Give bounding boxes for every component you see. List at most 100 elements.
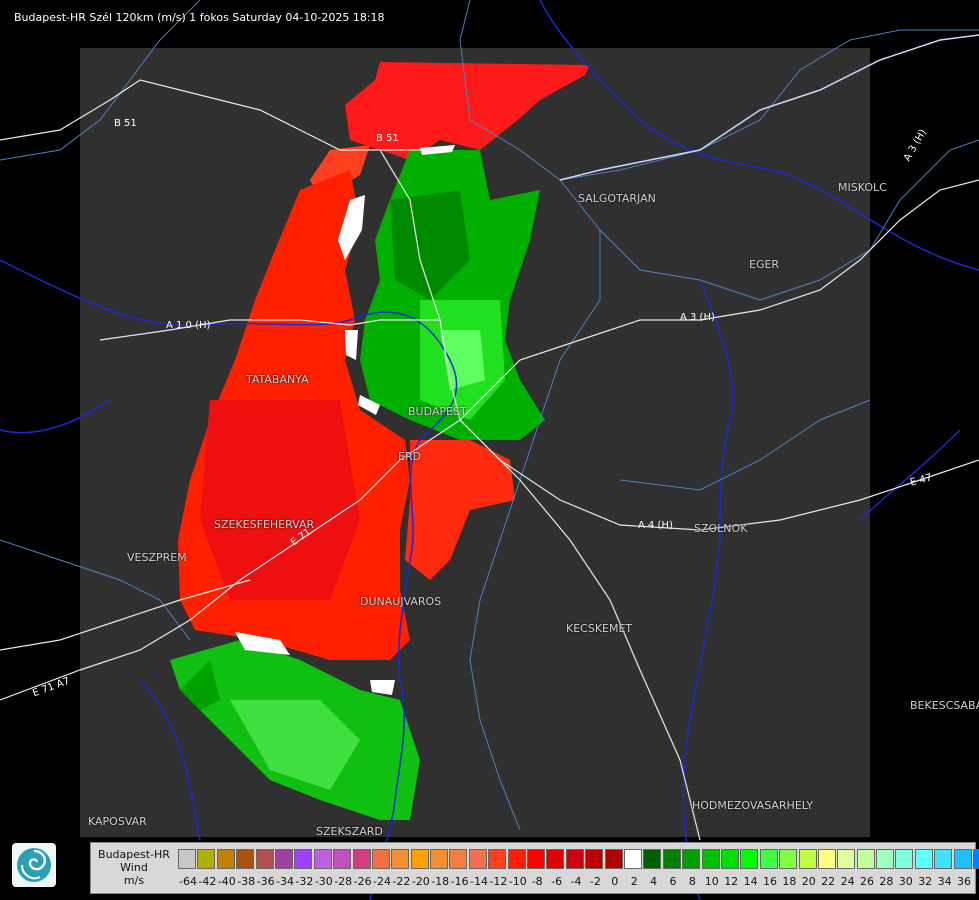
map-canvas bbox=[0, 0, 979, 900]
legend-tick-label: 28 bbox=[879, 875, 894, 888]
city-label: SZEKSZARD bbox=[316, 825, 383, 838]
legend-swatch bbox=[430, 849, 449, 869]
legend-swatch bbox=[274, 849, 293, 869]
city-label: SALGOTARJAN bbox=[578, 192, 656, 205]
met-service-logo bbox=[12, 843, 56, 887]
legend-tick-label: -32 bbox=[295, 875, 314, 888]
legend-tick-label: 0 bbox=[611, 875, 619, 888]
legend-tick-label: 10 bbox=[704, 875, 719, 888]
legend-tick-label: 8 bbox=[688, 875, 696, 888]
legend-swatch bbox=[817, 849, 836, 869]
legend-swatch bbox=[468, 849, 487, 869]
legend-tick-label: 20 bbox=[801, 875, 816, 888]
legend-swatch bbox=[934, 849, 953, 869]
legend-swatch bbox=[837, 849, 856, 869]
legend-swatch bbox=[720, 849, 739, 869]
road-label: A 1 0 (H) bbox=[166, 320, 211, 331]
legend-swatch bbox=[236, 849, 255, 869]
legend-tick-label: -28 bbox=[334, 875, 353, 888]
legend-header: Budapest-HR Wind m/s bbox=[91, 843, 177, 893]
page-title: Budapest-HR Szél 120km (m/s) 1 fokos Sat… bbox=[14, 11, 385, 24]
legend-tick-label: -38 bbox=[237, 875, 256, 888]
legend-swatch bbox=[779, 849, 798, 869]
legend-tick-label: 2 bbox=[630, 875, 638, 888]
legend-swatches bbox=[178, 849, 979, 869]
legend-swatch bbox=[643, 849, 662, 869]
legend-tick-label: -8 bbox=[531, 875, 543, 888]
legend-tick-label: 32 bbox=[918, 875, 933, 888]
city-label: MISKOLC bbox=[838, 181, 887, 194]
road-label: A 3 (H) bbox=[680, 312, 715, 323]
legend-tick-label: -10 bbox=[508, 875, 527, 888]
legend-tick-label: 34 bbox=[937, 875, 952, 888]
city-label: SZEKESFEHERVAR bbox=[214, 518, 315, 531]
city-label: DUNAUJVAROS bbox=[360, 595, 442, 608]
legend-swatch bbox=[973, 849, 979, 869]
legend-swatch bbox=[371, 849, 390, 869]
legend-quantity: Wind bbox=[120, 861, 148, 874]
legend-tick-label: -22 bbox=[392, 875, 411, 888]
legend-swatch bbox=[527, 849, 546, 869]
legend-swatch bbox=[585, 849, 604, 869]
legend-swatch bbox=[895, 849, 914, 869]
legend-swatch bbox=[391, 849, 410, 869]
legend-swatch bbox=[178, 849, 196, 869]
legend-tick-label: -14 bbox=[470, 875, 488, 888]
road-label: B 51 bbox=[376, 133, 399, 144]
legend-tick-label: 4 bbox=[650, 875, 658, 888]
legend-tick-label: -6 bbox=[551, 875, 563, 888]
legend-unit: m/s bbox=[123, 874, 145, 887]
city-label: EGER bbox=[749, 258, 780, 271]
legend-swatch bbox=[449, 849, 468, 869]
legend-tick-label: -16 bbox=[450, 875, 469, 888]
city-label: SZOLNOK bbox=[694, 522, 748, 535]
city-label: HODMEZOVASARHELY bbox=[692, 799, 814, 812]
legend-tick-label: -2 bbox=[589, 875, 601, 888]
swirl-icon bbox=[17, 848, 51, 882]
legend-tick-label: -18 bbox=[431, 875, 450, 888]
road-label: A 4 (H) bbox=[638, 520, 673, 531]
legend-tick-label: -4 bbox=[570, 875, 582, 888]
legend-swatch bbox=[662, 849, 681, 869]
legend-swatch bbox=[953, 849, 972, 869]
legend-tick-label: -34 bbox=[276, 875, 294, 888]
legend-swatch bbox=[759, 849, 778, 869]
legend-swatch bbox=[682, 849, 701, 869]
legend-swatch bbox=[294, 849, 313, 869]
legend-swatch bbox=[352, 849, 371, 869]
legend-tick-label: -64 bbox=[179, 875, 197, 888]
legend-tick-label: 14 bbox=[743, 875, 758, 888]
color-legend: Budapest-HR Wind m/s -64 -42 -40 -38 -36 -34-… bbox=[90, 842, 979, 894]
legend-tick-label: -12 bbox=[489, 875, 508, 888]
legend-swatch bbox=[604, 849, 623, 869]
legend-tick-label: 26 bbox=[860, 875, 874, 888]
city-label: ERD bbox=[398, 450, 422, 463]
legend-swatch bbox=[216, 849, 235, 869]
legend-tick-label: 36 bbox=[957, 875, 971, 888]
legend-tick-label: 12 bbox=[724, 875, 739, 888]
radar-map-view: Budapest-HR Szél 120km (m/s) 1 fokos Sat… bbox=[0, 0, 979, 900]
city-label: VESZPREM bbox=[127, 551, 187, 564]
legend-swatch bbox=[546, 849, 565, 869]
road-label: B 51 bbox=[114, 118, 137, 129]
legend-swatch bbox=[798, 849, 817, 869]
legend-tick-label: 30 bbox=[898, 875, 913, 888]
legend-swatch bbox=[565, 849, 584, 869]
legend-swatch bbox=[876, 849, 895, 869]
city-label: BEKESCSABA bbox=[910, 699, 979, 712]
legend-swatch bbox=[255, 849, 274, 869]
legend-tick-label: 18 bbox=[782, 875, 797, 888]
legend-tick-label: 24 bbox=[840, 875, 855, 888]
legend-tick-label: -26 bbox=[353, 875, 372, 888]
legend-tick-label: -42 bbox=[198, 875, 217, 888]
legend-swatch bbox=[856, 849, 875, 869]
legend-swatch bbox=[507, 849, 526, 869]
legend-swatch bbox=[701, 849, 720, 869]
city-label: TATABANYA bbox=[246, 373, 309, 386]
legend-tick-label: -30 bbox=[314, 875, 333, 888]
legend-tick-label: -24 bbox=[373, 875, 391, 888]
legend-tick-label: 22 bbox=[821, 875, 836, 888]
legend-tick-label: -20 bbox=[411, 875, 430, 888]
legend-tick-label: 6 bbox=[669, 875, 677, 888]
legend-station: Budapest-HR bbox=[98, 848, 170, 861]
